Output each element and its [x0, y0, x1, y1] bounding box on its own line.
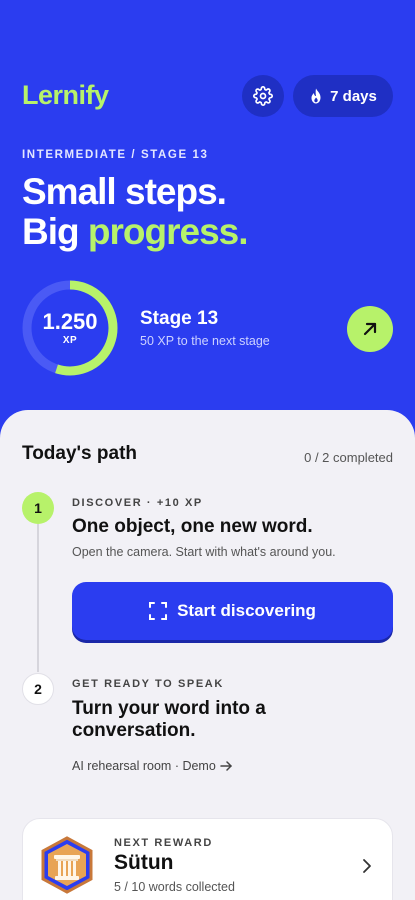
stage-subtitle: 50 XP to the next stage — [140, 334, 270, 348]
start-discovering-label: Start discovering — [177, 601, 316, 620]
step-2-title: Turn your word into a conversation. — [72, 698, 266, 742]
step-number-1: 1 — [22, 492, 54, 524]
step-1-title: One object, one new word. — [72, 516, 313, 537]
arrow-right-icon — [220, 761, 232, 771]
xp-value: 1.250 — [42, 309, 98, 334]
headline-accent: progress. — [87, 211, 249, 252]
step-2-label: GET READY TO SPEAK — [72, 678, 224, 690]
streak-button[interactable]: 7 days — [293, 75, 393, 117]
stage-title: Stage 13 — [140, 308, 219, 329]
reward-label: NEXT REWARD — [114, 837, 213, 849]
level-eyebrow: INTERMEDIATE / STAGE 13 — [22, 149, 209, 161]
step-connector-line — [37, 524, 39, 672]
rehearsal-room-link[interactable]: AI rehearsal room · Demo — [72, 759, 233, 773]
stage-details-button[interactable] — [347, 306, 393, 352]
step-2-title-line-1: Turn your word into a — [72, 698, 266, 719]
headline-plain: Big — [22, 211, 88, 252]
step-2-title-line-2: conversation. — [72, 720, 196, 741]
step-number-2: 2 — [22, 673, 54, 705]
arrow-up-right-icon — [363, 322, 377, 336]
xp-unit: XP — [62, 335, 78, 346]
step-1-label: DISCOVER · +10 XP — [72, 497, 203, 509]
start-discovering-button[interactable]: Start discovering — [72, 582, 393, 640]
reward-title: Sütun — [114, 851, 174, 874]
xp-readout: 1.250 XP — [21, 279, 119, 377]
streak-label: 7 days — [330, 87, 377, 105]
app-logo: Lernify — [22, 80, 109, 110]
hero-headline: Small steps. Big progress. — [22, 171, 249, 252]
step-1-description: Open the camera. Start with what's aroun… — [72, 545, 336, 559]
flame-icon — [311, 88, 321, 104]
gear-icon — [253, 86, 273, 106]
reward-progress: 5 / 10 words collected — [114, 880, 235, 894]
headline-line-1: Small steps. — [22, 171, 227, 212]
scan-frame-icon — [149, 602, 168, 620]
column-badge-icon — [41, 836, 93, 894]
settings-button[interactable] — [242, 75, 284, 117]
path-title: Today's path — [22, 443, 138, 464]
rehearsal-link-label: AI rehearsal room · Demo — [72, 759, 216, 773]
chevron-right-icon — [363, 859, 371, 873]
path-progress-count: 0 / 2 completed — [304, 450, 393, 465]
headline-line-2: Big progress. — [22, 211, 249, 252]
